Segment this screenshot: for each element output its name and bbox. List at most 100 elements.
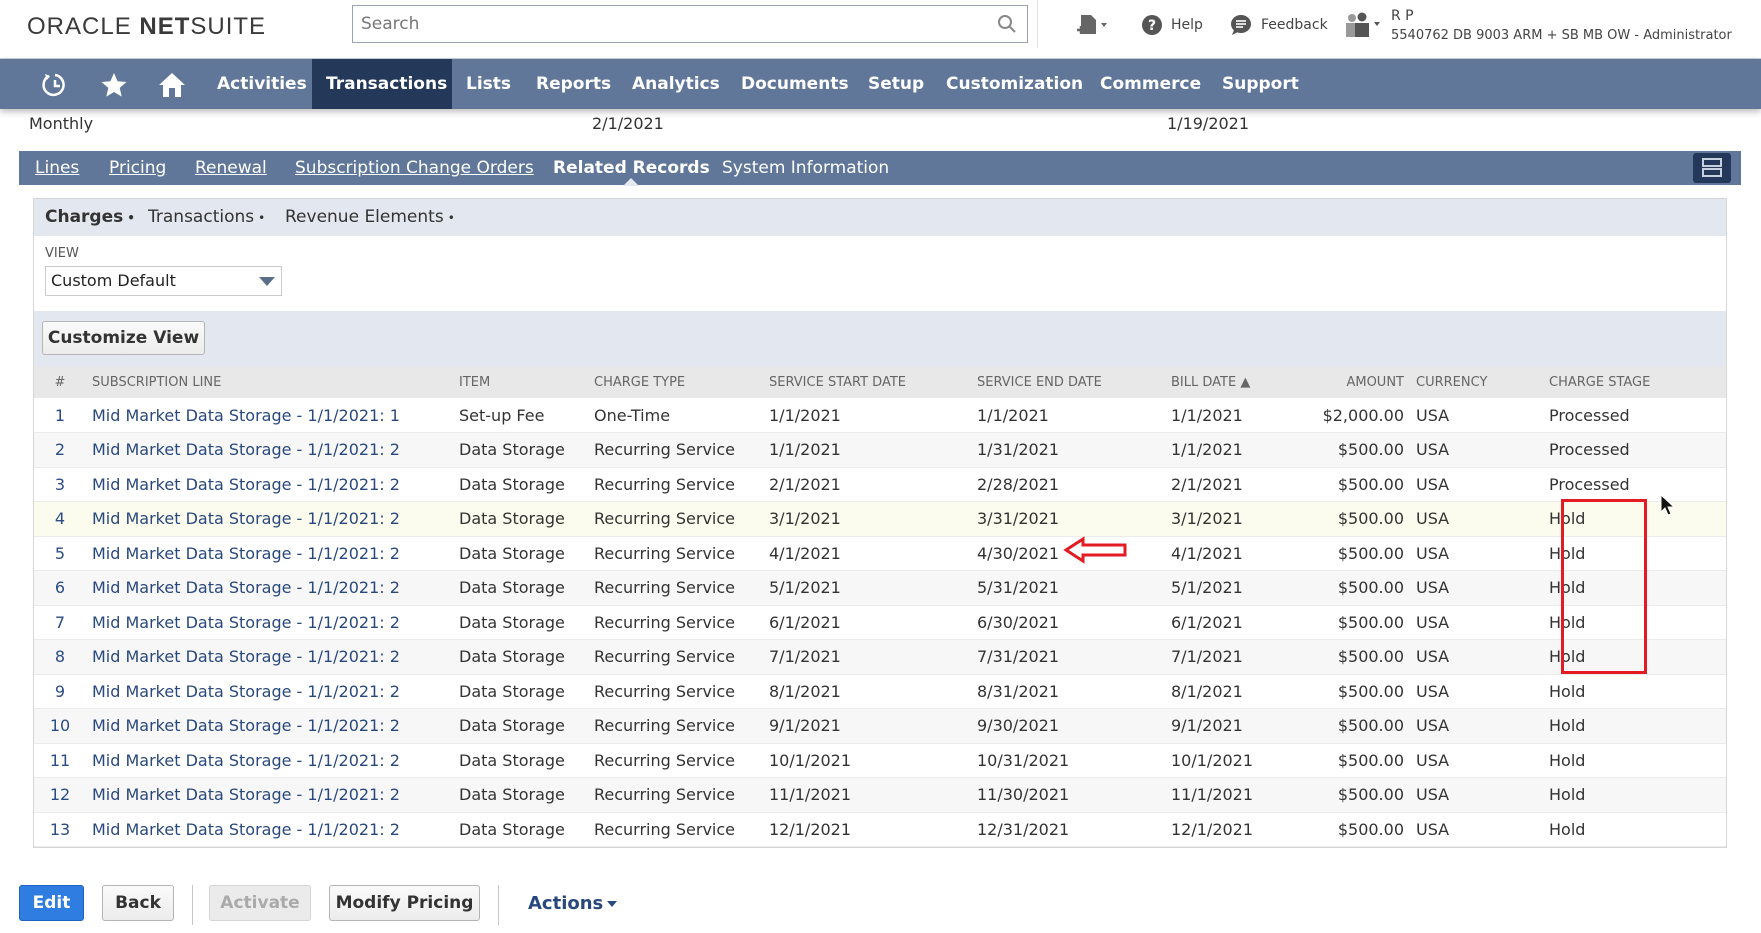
subtab-lines[interactable]: Lines xyxy=(35,151,79,185)
table-row[interactable]: 9 Mid Market Data Storage - 1/1/2021: 2 Da… xyxy=(34,674,1726,709)
amount-cell: $500.00 xyxy=(1313,501,1410,537)
amount-cell: $500.00 xyxy=(1313,639,1410,675)
back-button[interactable]: Back xyxy=(102,885,174,921)
subtab-related-records[interactable]: Related Records xyxy=(553,151,710,186)
view-select[interactable]: Custom Default xyxy=(45,266,282,296)
row-number: 6 xyxy=(34,570,86,606)
customize-view-button[interactable]: Customize View xyxy=(42,321,205,355)
subscription-line-link[interactable]: Mid Market Data Storage - 1/1/2021: 2 xyxy=(86,432,453,468)
subscription-line-link[interactable]: Mid Market Data Storage - 1/1/2021: 2 xyxy=(86,777,453,813)
create-new-menu[interactable] xyxy=(1075,0,1109,50)
charge-type-cell: Recurring Service xyxy=(588,708,763,744)
nav-documents[interactable]: Documents xyxy=(727,59,863,109)
bill-date-cell: 12/1/2021 xyxy=(1165,812,1313,847)
service-end-date-cell: 8/31/2021 xyxy=(971,674,1165,709)
bill-date-cell: 2/1/2021 xyxy=(1165,467,1313,502)
recent-records-icon[interactable] xyxy=(41,71,69,99)
table-row[interactable]: 7 Mid Market Data Storage - 1/1/2021: 2 Da… xyxy=(34,605,1726,640)
subscription-line-link[interactable]: Mid Market Data Storage - 1/1/2021: 2 xyxy=(86,501,453,537)
feedback-link[interactable]: Feedback xyxy=(1229,0,1328,50)
table-row[interactable]: 12 Mid Market Data Storage - 1/1/2021: 2D… xyxy=(34,777,1726,813)
charge-type-cell: Recurring Service xyxy=(588,570,763,606)
subscription-line-link[interactable]: Mid Market Data Storage - 1/1/2021: 2 xyxy=(86,605,453,640)
table-row[interactable]: 3 Mid Market Data Storage - 1/1/2021: 2 Da… xyxy=(34,467,1726,502)
subscription-line-link[interactable]: Mid Market Data Storage - 1/1/2021: 2 xyxy=(86,674,453,709)
table-row[interactable]: 4 Mid Market Data Storage - 1/1/2021: 2 Da… xyxy=(34,501,1726,537)
user-info[interactable]: R P 5540762 DB 9003 ARM + SB MB OW - Adm… xyxy=(1391,6,1732,46)
col-header-amount[interactable]: AMOUNT xyxy=(1313,367,1410,398)
table-row[interactable]: 2 Mid Market Data Storage - 1/1/2021: 2 Da… xyxy=(34,432,1726,468)
subscription-line-link[interactable]: Mid Market Data Storage - 1/1/2021: 2 xyxy=(86,570,453,606)
amount-cell: $500.00 xyxy=(1313,674,1410,709)
main-navigation: Activities Transactions Lists Reports An… xyxy=(0,59,1761,109)
table-row[interactable]: 11 Mid Market Data Storage - 1/1/2021: 2D… xyxy=(34,743,1726,778)
col-header-charge-stage[interactable]: CHARGE STAGE xyxy=(1543,367,1726,398)
table-row[interactable]: 13 Mid Market Data Storage - 1/1/2021: 2D… xyxy=(34,812,1726,847)
help-link[interactable]: ? Help xyxy=(1141,0,1203,50)
nav-commerce[interactable]: Commerce xyxy=(1086,59,1215,109)
tab-charges[interactable]: Charges • xyxy=(45,207,135,227)
nav-transactions[interactable]: Transactions xyxy=(312,59,452,109)
edit-button[interactable]: Edit xyxy=(19,885,84,921)
row-number: 13 xyxy=(34,812,86,847)
favorites-star-icon[interactable] xyxy=(100,71,128,99)
top-header: ORACLE NETSUITE ? Help Feedback R P 55 xyxy=(0,0,1761,59)
subscription-line-link[interactable]: Mid Market Data Storage - 1/1/2021: 2 xyxy=(86,467,453,502)
table-row[interactable]: 1 Mid Market Data Storage - 1/1/2021: 1 Se… xyxy=(34,398,1726,433)
amount-cell: $500.00 xyxy=(1313,605,1410,640)
item-cell: Data Storage xyxy=(453,501,588,537)
subtab-subscription-change-orders[interactable]: Subscription Change Orders xyxy=(295,151,534,185)
subtab-system-information[interactable]: System Information xyxy=(722,151,889,185)
search-input[interactable] xyxy=(353,6,973,42)
nav-reports[interactable]: Reports xyxy=(522,59,625,109)
row-number: 5 xyxy=(34,536,86,571)
tab-revenue-elements[interactable]: Revenue Elements • xyxy=(285,207,455,227)
tab-revenue-elements-label: Revenue Elements xyxy=(285,207,444,227)
modify-pricing-button[interactable]: Modify Pricing xyxy=(329,885,480,921)
col-header-service-start-date[interactable]: SERVICE START DATE xyxy=(763,367,971,398)
nav-lists[interactable]: Lists xyxy=(452,59,525,109)
col-header-service-end-date[interactable]: SERVICE END DATE xyxy=(971,367,1165,398)
subtab-pricing[interactable]: Pricing xyxy=(109,151,166,185)
table-row[interactable]: 6 Mid Market Data Storage - 1/1/2021: 2 Da… xyxy=(34,570,1726,606)
row-number: 12 xyxy=(34,777,86,813)
tab-dot: • xyxy=(258,211,266,225)
nav-support[interactable]: Support xyxy=(1208,59,1313,109)
subscription-line-link[interactable]: Mid Market Data Storage - 1/1/2021: 2 xyxy=(86,812,453,847)
table-row[interactable]: 5 Mid Market Data Storage - 1/1/2021: 2 Da… xyxy=(34,536,1726,571)
table-row[interactable]: 10 Mid Market Data Storage - 1/1/2021: 2D… xyxy=(34,708,1726,744)
service-start-date-cell: 11/1/2021 xyxy=(763,777,971,813)
subscription-line-link[interactable]: Mid Market Data Storage - 1/1/2021: 2 xyxy=(86,743,453,778)
subscription-line-link[interactable]: Mid Market Data Storage - 1/1/2021: 2 xyxy=(86,536,453,571)
charge-type-cell: Recurring Service xyxy=(588,605,763,640)
search-icon[interactable] xyxy=(997,14,1017,34)
subscription-line-link[interactable]: Mid Market Data Storage - 1/1/2021: 1 xyxy=(86,398,453,433)
subtab-pricing-label: Pricing xyxy=(109,158,167,178)
subscription-line-link[interactable]: Mid Market Data Storage - 1/1/2021: 2 xyxy=(86,708,453,744)
table-header-row: # SUBSCRIPTION LINE ITEM CHARGE TYPE SER… xyxy=(34,367,1726,398)
subscription-line-link[interactable]: Mid Market Data Storage - 1/1/2021: 2 xyxy=(86,639,453,675)
col-header-currency[interactable]: CURRENCY xyxy=(1410,367,1543,398)
netsuite-logo[interactable]: ORACLE NETSUITE xyxy=(27,13,266,41)
actions-menu[interactable]: Actions xyxy=(528,893,618,914)
subtab-renewal[interactable]: Renewal xyxy=(195,151,267,185)
nav-customization[interactable]: Customization xyxy=(932,59,1097,109)
bill-date-cell: 1/1/2021 xyxy=(1165,398,1313,433)
nav-setup[interactable]: Setup xyxy=(854,59,938,109)
col-header-charge-type[interactable]: CHARGE TYPE xyxy=(588,367,763,398)
charge-type-cell: Recurring Service xyxy=(588,501,763,537)
col-header-subscription-line[interactable]: SUBSCRIPTION LINE xyxy=(86,367,453,398)
col-header-item[interactable]: ITEM xyxy=(453,367,588,398)
table-row[interactable]: 8 Mid Market Data Storage - 1/1/2021: 2 Da… xyxy=(34,639,1726,675)
item-cell: Data Storage xyxy=(453,708,588,744)
nav-activities[interactable]: Activities xyxy=(203,59,321,109)
chevron-down-icon xyxy=(259,277,275,286)
home-icon[interactable] xyxy=(158,71,186,99)
layout-toggle-button[interactable] xyxy=(1693,153,1731,183)
col-header-bill-date[interactable]: BILL DATE ▲ xyxy=(1165,367,1313,398)
item-cell: Data Storage xyxy=(453,674,588,709)
button-divider xyxy=(192,885,193,925)
tab-transactions[interactable]: Transactions • xyxy=(148,207,265,227)
nav-analytics[interactable]: Analytics xyxy=(618,59,734,109)
role-switcher[interactable] xyxy=(1343,0,1383,50)
